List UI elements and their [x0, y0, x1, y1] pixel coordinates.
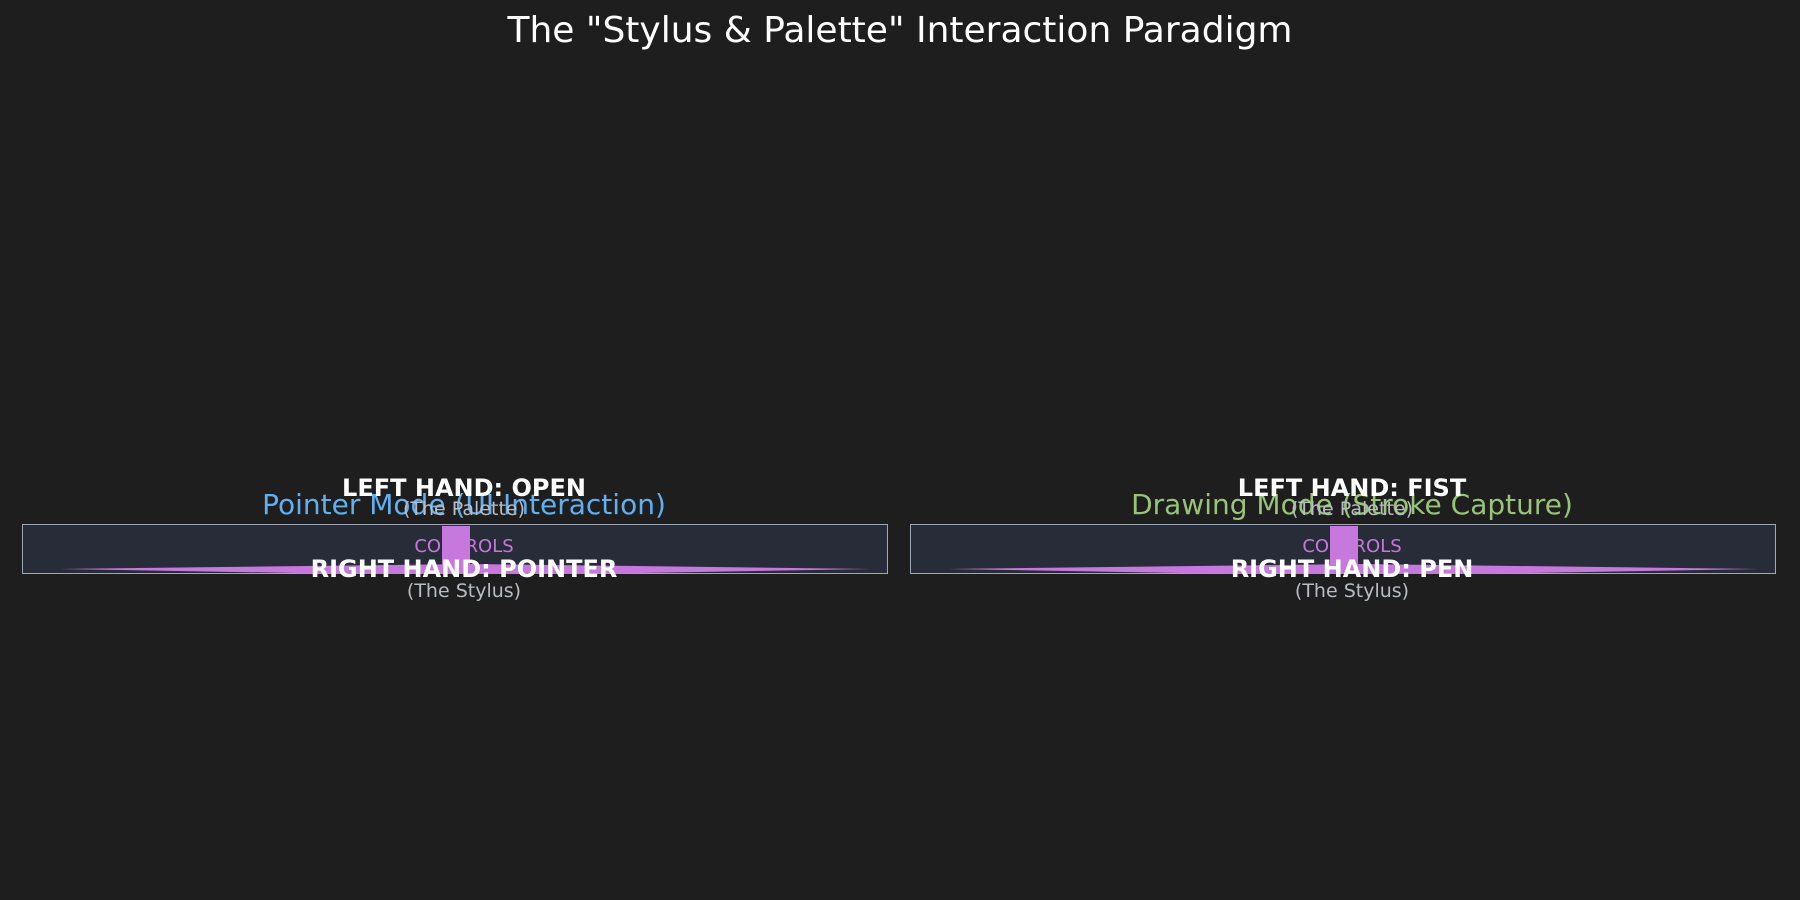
right-hand-label: RIGHT HAND: POINTER [310, 555, 618, 583]
left-hand-role: (The Palette) [1290, 498, 1413, 520]
drawing-mode-panel: Drawing Mode (Stroke Capture) LEFT HAND:… [908, 474, 1796, 602]
controls-label: CONTROLS [414, 536, 514, 557]
right-hand-role: (The Stylus) [1294, 580, 1410, 602]
left-hand-role: (The Palette) [402, 498, 525, 520]
controls-label: CONTROLS [1302, 536, 1402, 557]
page-title: The "Stylus & Palette" Interaction Parad… [507, 10, 1293, 51]
pointer-mode-panel: Pointer Mode (UI Interaction) LEFT HAND:… [20, 474, 908, 602]
right-hand-role: (The Stylus) [406, 580, 522, 602]
right-hand-label: RIGHT HAND: PEN [1230, 555, 1474, 583]
